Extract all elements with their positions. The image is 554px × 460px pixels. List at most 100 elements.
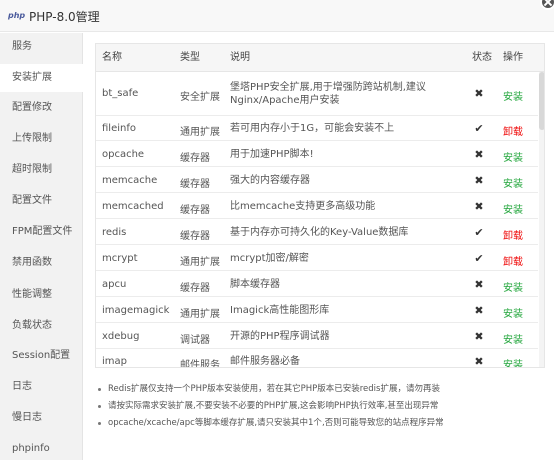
bullet-icon xyxy=(98,405,101,408)
ext-type: 通用扩展 xyxy=(180,309,220,320)
ext-type: 邮件服务 xyxy=(180,360,220,368)
ext-desc: Imagick高性能图形库 xyxy=(230,305,330,316)
sidebar-item-upload-limit[interactable]: 上传限制 xyxy=(0,125,83,153)
install-link[interactable]: 安装 xyxy=(503,88,523,103)
ext-desc: 脚本缓存器 xyxy=(230,279,280,290)
scrollbar-thumb[interactable] xyxy=(539,72,544,130)
sidebar-item-config-edit[interactable]: 配置修改 xyxy=(0,94,83,122)
ext-name: memcache xyxy=(102,175,158,186)
ext-type: 缓存器 xyxy=(180,283,210,294)
table-row: mcrypt 通用扩展 mcrypt加密/解密 ✔ 卸载 xyxy=(96,245,538,271)
not-installed-icon: ✖ xyxy=(474,355,484,368)
sidebar-item-config-file[interactable]: 配置文件 xyxy=(0,187,83,215)
ext-name: mcrypt xyxy=(102,253,138,264)
ext-desc: mcrypt加密/解密 xyxy=(230,253,309,264)
installed-check-icon: ✔ xyxy=(474,122,484,135)
sidebar-item-disabled-functions[interactable]: 禁用函数 xyxy=(0,249,83,277)
uninstall-link[interactable]: 卸载 xyxy=(503,227,523,242)
ext-desc: 开源的PHP程序调试器 xyxy=(230,331,330,342)
ext-name: apcu xyxy=(102,279,127,290)
header-status: 状态 xyxy=(472,52,492,63)
sidebar: 服务 安装扩展 配置修改 上传限制 超时限制 配置文件 FPM配置文件 禁用函数… xyxy=(0,33,84,460)
table-row: apcu 缓存器 脚本缓存器 ✖ 安装 xyxy=(96,271,538,297)
main-content: 名称 类型 说明 状态 操作 bt_safe 安全扩展 堡塔PHP安全扩展,用于… xyxy=(84,33,554,460)
table-row: opcache 缓存器 用于加速PHP脚本! ✖ 安装 xyxy=(96,141,538,167)
ext-desc: 强大的内容缓存器 xyxy=(230,175,310,186)
ext-desc: 用于加速PHP脚本! xyxy=(230,149,314,160)
install-link[interactable]: 安装 xyxy=(503,305,523,320)
sidebar-item-load-status[interactable]: 负载状态 xyxy=(0,312,83,340)
header-type: 类型 xyxy=(180,52,200,63)
ext-type: 通用扩展 xyxy=(180,257,220,268)
ext-desc: 若可用内存小于1G，可能会安装不上 xyxy=(230,123,395,134)
table-row: bt_safe 安全扩展 堡塔PHP安全扩展,用于增强防跨站机制,建议Nginx… xyxy=(96,72,538,116)
not-installed-icon: ✖ xyxy=(474,330,484,343)
notes-list: Redis扩展仅支持一个PHP版本安装使用，若在其它PHP版本已安装redis扩… xyxy=(98,381,548,432)
table-row: imagemagick 通用扩展 Imagick高性能图形库 ✖ 安装 xyxy=(96,297,538,323)
not-installed-icon: ✖ xyxy=(474,278,484,291)
header-desc: 说明 xyxy=(230,52,250,63)
ext-type: 缓存器 xyxy=(180,231,210,242)
sidebar-item-slow-log[interactable]: 慢日志 xyxy=(0,404,83,432)
install-link[interactable]: 安装 xyxy=(503,356,523,367)
ext-name: opcache xyxy=(102,149,145,160)
sidebar-item-fpm-config[interactable]: FPM配置文件 xyxy=(0,218,83,246)
title-bar: php PHP-8.0管理 xyxy=(0,0,554,32)
php-logo-icon: php xyxy=(8,11,26,20)
list-item: Redis扩展仅支持一个PHP版本安装使用，若在其它PHP版本已安装redis扩… xyxy=(98,381,548,398)
uninstall-link[interactable]: 卸载 xyxy=(503,123,523,138)
uninstall-link[interactable]: 卸载 xyxy=(503,253,523,268)
ext-type: 缓存器 xyxy=(180,153,210,164)
not-installed-icon: ✖ xyxy=(474,200,484,213)
ext-name: imap xyxy=(102,356,127,367)
ext-type: 缓存器 xyxy=(180,205,210,216)
install-link[interactable]: 安装 xyxy=(503,279,523,294)
bullet-icon xyxy=(98,388,101,391)
header-name: 名称 xyxy=(102,52,122,63)
not-installed-icon: ✖ xyxy=(474,87,484,100)
sidebar-item-service[interactable]: 服务 xyxy=(0,33,83,61)
list-item: opcache/xcache/apc等脚本缓存扩展,请只安装其中1个,否则可能导… xyxy=(98,415,548,432)
table-row: fileinfo 通用扩展 若可用内存小于1G，可能会安装不上 ✔ 卸载 xyxy=(96,116,538,141)
sidebar-item-install-extensions[interactable]: 安装扩展 xyxy=(0,64,84,92)
list-item: 请按实际需求安装扩展,不要安装不必要的PHP扩展,这会影响PHP执行效率,甚至出… xyxy=(98,398,548,415)
sidebar-item-performance[interactable]: 性能调整 xyxy=(0,281,83,309)
bullet-icon xyxy=(98,422,101,425)
note-text: Redis扩展仅支持一个PHP版本安装使用，若在其它PHP版本已安装redis扩… xyxy=(108,384,440,394)
ext-name: bt_safe xyxy=(102,88,139,99)
ext-desc: 基于内存亦可持久化的Key-Value数据库 xyxy=(230,227,409,238)
sidebar-item-log[interactable]: 日志 xyxy=(0,373,83,401)
header-op: 操作 xyxy=(503,52,523,63)
note-text: 请按实际需求安装扩展,不要安装不必要的PHP扩展,这会影响PHP执行效率,甚至出… xyxy=(108,401,439,411)
sidebar-item-phpinfo[interactable]: phpinfo xyxy=(0,435,83,460)
ext-name: redis xyxy=(102,227,127,238)
table-row: redis 缓存器 基于内存亦可持久化的Key-Value数据库 ✔ 卸载 xyxy=(96,219,538,245)
install-link[interactable]: 安装 xyxy=(503,201,523,216)
not-installed-icon: ✖ xyxy=(474,304,484,317)
ext-desc: 比memcache支持更多高级功能 xyxy=(230,201,376,212)
ext-name: fileinfo xyxy=(102,123,136,134)
table-header: 名称 类型 说明 状态 操作 xyxy=(96,44,544,72)
ext-type: 调试器 xyxy=(180,335,210,346)
ext-name: xdebug xyxy=(102,331,140,342)
ext-name: imagemagick xyxy=(102,305,170,316)
not-installed-icon: ✖ xyxy=(474,174,484,187)
table-row: memcached 缓存器 比memcache支持更多高级功能 ✖ 安装 xyxy=(96,193,538,219)
window-title: PHP-8.0管理 xyxy=(29,10,100,24)
note-text: opcache/xcache/apc等脚本缓存扩展,请只安装其中1个,否则可能导… xyxy=(108,418,444,428)
ext-type: 安全扩展 xyxy=(180,92,220,103)
ext-type: 缓存器 xyxy=(180,179,210,190)
sidebar-item-timeout-limit[interactable]: 超时限制 xyxy=(0,156,83,184)
table-row: memcache 缓存器 强大的内容缓存器 ✖ 安装 xyxy=(96,167,538,193)
install-link[interactable]: 安装 xyxy=(503,149,523,164)
extensions-table: 名称 类型 说明 状态 操作 bt_safe 安全扩展 堡塔PHP安全扩展,用于… xyxy=(95,43,545,368)
ext-type: 通用扩展 xyxy=(180,127,220,138)
sidebar-item-session-config[interactable]: Session配置 xyxy=(0,342,83,370)
install-link[interactable]: 安装 xyxy=(503,331,523,346)
ext-name: memcached xyxy=(102,201,164,212)
installed-check-icon: ✔ xyxy=(474,226,484,239)
install-link[interactable]: 安装 xyxy=(503,175,523,190)
table-row: imap 邮件服务 邮件服务器必备 ✖ 安装 xyxy=(96,349,538,368)
not-installed-icon: ✖ xyxy=(474,148,484,161)
table-scrollbar[interactable] xyxy=(539,72,544,367)
